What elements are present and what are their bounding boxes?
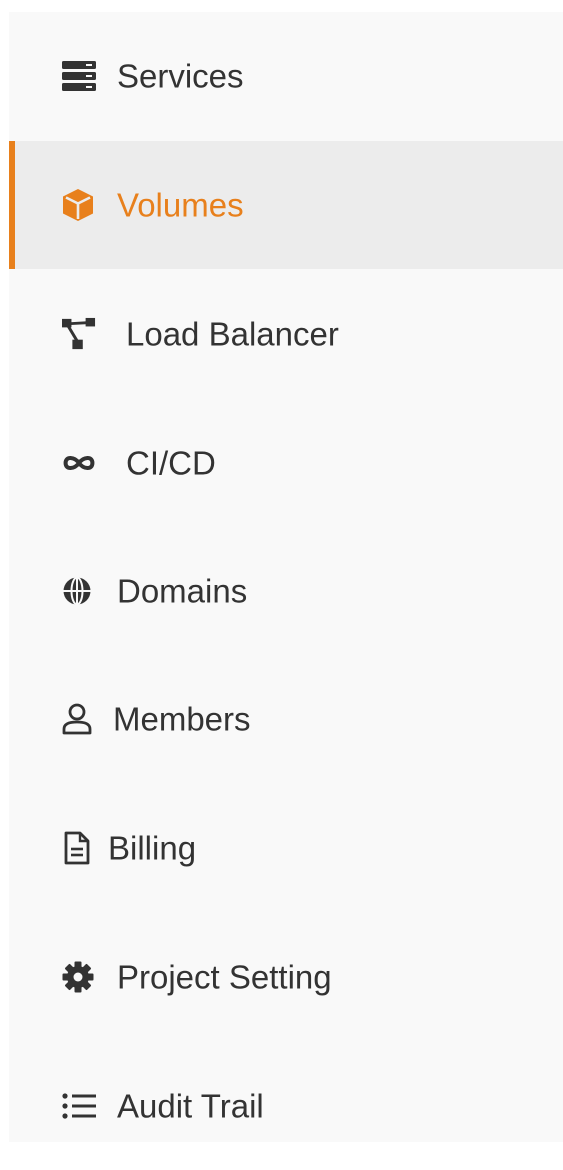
sidebar: Services Volumes Load Balancer CI/CD Dom…	[9, 12, 563, 1142]
user-icon	[62, 702, 96, 736]
gear-icon	[62, 960, 96, 994]
sidebar-item-ci-cd[interactable]: CI/CD	[9, 399, 563, 527]
sidebar-item-audit-trail[interactable]: Audit Trail	[9, 1042, 563, 1170]
sidebar-item-label: Load Balancer	[126, 315, 339, 353]
sidebar-item-label: Audit Trail	[117, 1087, 264, 1125]
sidebar-item-label: Billing	[108, 829, 197, 867]
sidebar-item-label: Volumes	[117, 186, 244, 224]
server-icon	[62, 59, 96, 93]
infinity-icon	[62, 446, 96, 480]
cube-icon	[62, 188, 96, 222]
list-icon	[62, 1089, 96, 1123]
sidebar-item-label: Members	[113, 700, 251, 738]
sidebar-item-domains[interactable]: Domains	[9, 527, 563, 655]
sidebar-item-services[interactable]: Services	[9, 12, 563, 140]
sidebar-item-label: Project Setting	[117, 958, 332, 996]
sidebar-item-billing[interactable]: Billing	[9, 784, 563, 912]
sidebar-item-label: CI/CD	[126, 444, 216, 482]
active-indicator	[9, 141, 15, 269]
document-icon	[64, 831, 98, 865]
sidebar-item-members[interactable]: Members	[9, 655, 563, 783]
sidebar-item-load-balancer[interactable]: Load Balancer	[9, 270, 563, 398]
network-icon	[62, 317, 96, 351]
sidebar-item-project-setting[interactable]: Project Setting	[9, 913, 563, 1041]
globe-icon	[62, 574, 96, 608]
sidebar-item-label: Domains	[117, 572, 248, 610]
sidebar-item-volumes[interactable]: Volumes	[9, 141, 563, 269]
sidebar-item-label: Services	[117, 57, 244, 95]
